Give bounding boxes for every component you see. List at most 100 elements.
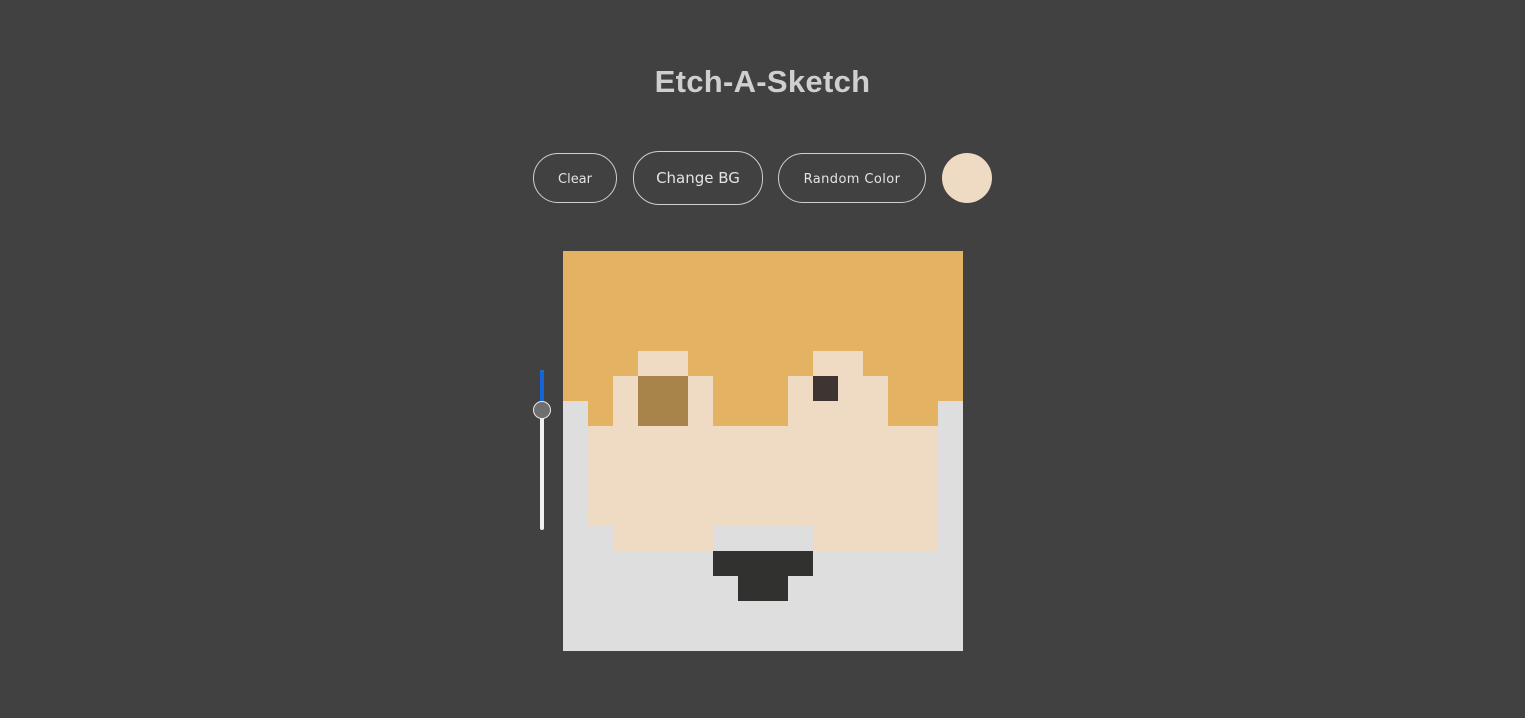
grid-cell[interactable] [813,276,838,301]
grid-cell[interactable] [863,326,888,351]
grid-cell[interactable] [888,301,913,326]
grid-cell[interactable] [913,626,938,651]
grid-cell[interactable] [588,301,613,326]
grid-cell[interactable] [763,501,788,526]
grid-cell[interactable] [838,301,863,326]
grid-cell[interactable] [713,476,738,501]
grid-cell[interactable] [788,351,813,376]
grid-cell[interactable] [838,426,863,451]
grid-cell[interactable] [638,526,663,551]
grid-cell[interactable] [738,626,763,651]
grid-cell[interactable] [788,601,813,626]
grid-cell[interactable] [888,401,913,426]
grid-cell[interactable] [788,501,813,526]
grid-cell[interactable] [788,401,813,426]
grid-cell[interactable] [638,326,663,351]
grid-cell[interactable] [588,551,613,576]
grid-cell[interactable] [663,576,688,601]
grid-cell[interactable] [938,601,963,626]
grid-cell[interactable] [788,326,813,351]
grid-cell[interactable] [938,526,963,551]
grid-cell[interactable] [888,526,913,551]
grid-cell[interactable] [663,351,688,376]
grid-cell[interactable] [763,276,788,301]
grid-cell[interactable] [938,451,963,476]
grid-cell[interactable] [638,476,663,501]
grid-cell[interactable] [788,526,813,551]
grid-cell[interactable] [613,276,638,301]
grid-cell[interactable] [863,251,888,276]
grid-cell[interactable] [938,326,963,351]
grid-cell[interactable] [838,551,863,576]
grid-cell[interactable] [688,326,713,351]
grid-cell[interactable] [663,451,688,476]
grid-cell[interactable] [913,426,938,451]
grid-cell[interactable] [913,476,938,501]
grid-cell[interactable] [638,551,663,576]
grid-cell[interactable] [763,626,788,651]
grid-cell[interactable] [813,376,838,401]
grid-cell[interactable] [663,326,688,351]
grid-cell[interactable] [713,251,738,276]
grid-cell[interactable] [663,601,688,626]
grid-cell[interactable] [563,376,588,401]
grid-cell[interactable] [613,526,638,551]
grid-cell[interactable] [588,276,613,301]
grid-cell[interactable] [588,451,613,476]
grid-cell[interactable] [588,501,613,526]
grid-cell[interactable] [938,251,963,276]
grid-cell[interactable] [688,301,713,326]
grid-cell[interactable] [913,326,938,351]
grid-cell[interactable] [938,276,963,301]
grid-cell[interactable] [613,401,638,426]
grid-cell[interactable] [913,351,938,376]
grid-cell[interactable] [613,576,638,601]
grid-cell[interactable] [738,601,763,626]
grid-cell[interactable] [638,251,663,276]
grid-cell[interactable] [713,326,738,351]
grid-cell[interactable] [788,476,813,501]
grid-cell[interactable] [563,276,588,301]
grid-cell[interactable] [788,451,813,476]
grid-cell[interactable] [788,576,813,601]
grid-cell[interactable] [813,501,838,526]
grid-cell[interactable] [838,576,863,601]
grid-cell[interactable] [563,326,588,351]
grid-cell[interactable] [563,451,588,476]
grid-cell[interactable] [888,326,913,351]
grid-cell[interactable] [738,351,763,376]
grid-cell[interactable] [938,501,963,526]
grid-cell[interactable] [613,326,638,351]
grid-cell[interactable] [888,376,913,401]
grid-cell[interactable] [888,501,913,526]
grid-cell[interactable] [613,626,638,651]
grid-cell[interactable] [913,501,938,526]
change-bg-button[interactable]: Change BG [633,151,763,205]
grid-cell[interactable] [588,476,613,501]
grid-cell[interactable] [938,351,963,376]
grid-cell[interactable] [563,601,588,626]
grid-cell[interactable] [588,601,613,626]
grid-cell[interactable] [688,351,713,376]
grid-cell[interactable] [638,276,663,301]
grid-cell[interactable] [738,526,763,551]
grid-cell[interactable] [688,251,713,276]
grid-cell[interactable] [863,426,888,451]
grid-cell[interactable] [663,501,688,526]
grid-cell[interactable] [913,601,938,626]
grid-cell[interactable] [838,401,863,426]
grid-cell[interactable] [888,451,913,476]
grid-cell[interactable] [813,476,838,501]
grid-cell[interactable] [563,426,588,451]
grid-cell[interactable] [788,626,813,651]
grid-cell[interactable] [688,376,713,401]
grid-cell[interactable] [763,526,788,551]
grid-cell[interactable] [713,276,738,301]
grid-cell[interactable] [588,251,613,276]
grid-cell[interactable] [913,551,938,576]
grid-cell[interactable] [663,551,688,576]
grid-cell[interactable] [563,476,588,501]
grid-cell[interactable] [813,401,838,426]
grid-cell[interactable] [838,526,863,551]
grid-cell[interactable] [863,351,888,376]
